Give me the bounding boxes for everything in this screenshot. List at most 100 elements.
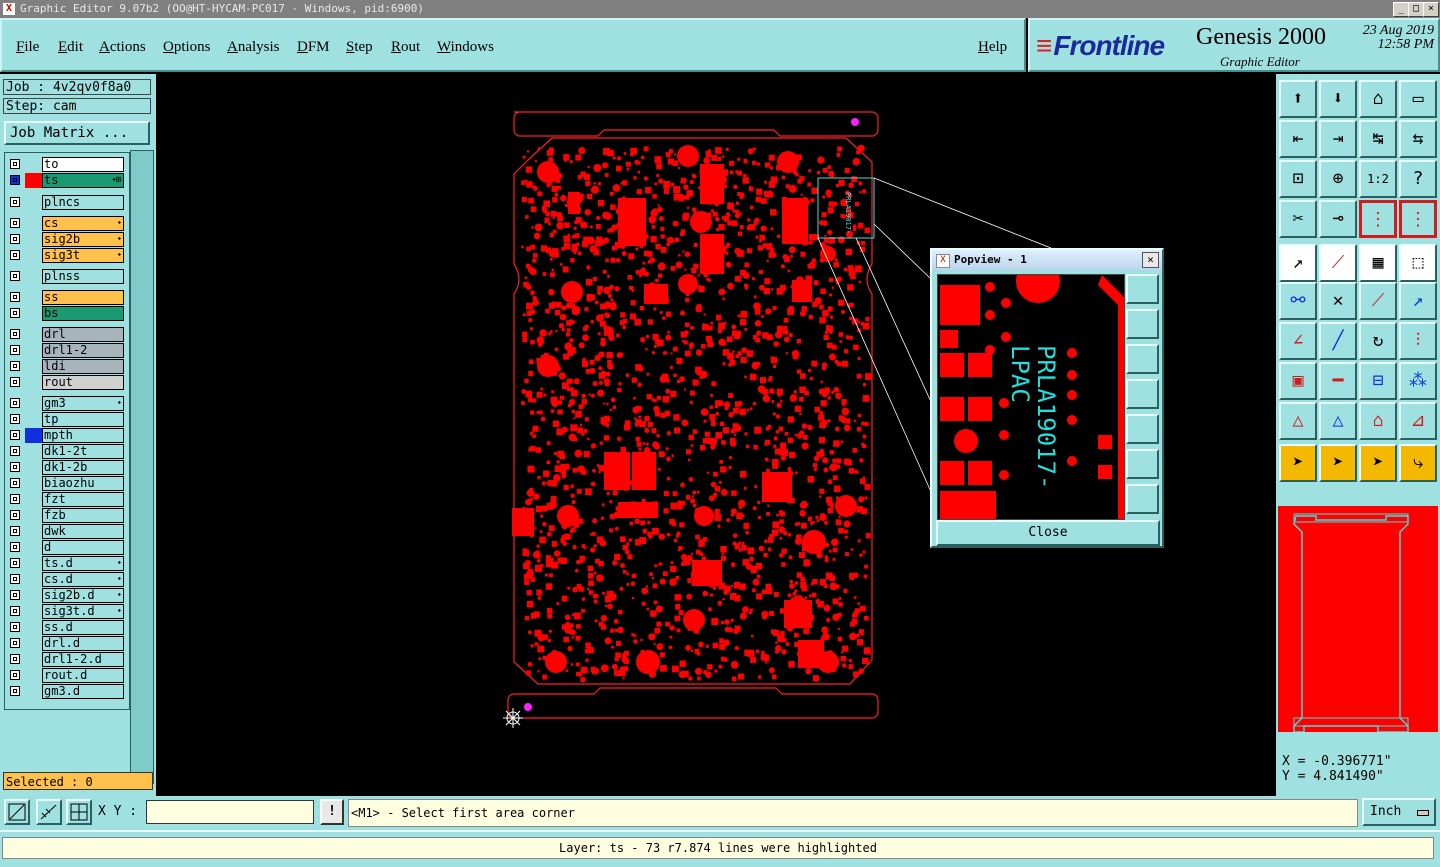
layer-checkbox[interactable] (10, 670, 20, 680)
layer-name[interactable]: ts.d ⬩ (42, 556, 124, 571)
layer-row-mpth[interactable]: mpth (5, 428, 129, 443)
menu-rout[interactable]: Rout (391, 39, 420, 56)
layer-row-gm3-d[interactable]: gm3.d (5, 684, 129, 699)
layer-row-dwk[interactable]: dwk (5, 524, 129, 539)
layer-row-cs-d[interactable]: cs.d ⬩ (5, 572, 129, 587)
fit-icon[interactable]: ⊡ (1279, 160, 1317, 198)
menu-help[interactable]: Help (978, 39, 1007, 56)
help-icon[interactable]: ? (1399, 160, 1437, 198)
layer-color-swatch[interactable] (25, 636, 42, 651)
layer-list-scrollbar[interactable] (130, 150, 154, 784)
one-to-one-icon[interactable]: 1:2 (1359, 160, 1397, 198)
triangle-cross-icon[interactable]: ⊿ (1399, 402, 1437, 440)
layer-color-swatch[interactable] (25, 290, 42, 305)
step-up-icon[interactable]: ⬆ (1279, 80, 1317, 118)
layer-row-drl1-2-d[interactable]: drl1-2.d (5, 652, 129, 667)
layer-name[interactable]: ts ⬩⊞ (42, 173, 124, 188)
layer-row-sig3t-d[interactable]: sig3t.d ⬩ (5, 604, 129, 619)
home-icon[interactable]: ⌂ (1359, 80, 1397, 118)
popview-pan-left-button[interactable] (1126, 379, 1159, 409)
layer-name[interactable]: gm3.d (42, 684, 124, 699)
layer-checkbox[interactable] (10, 271, 20, 281)
layer-checkbox[interactable] (10, 478, 20, 488)
layer-checkbox[interactable] (10, 250, 20, 260)
layer-row-drl1-2[interactable]: drl1-2 (5, 343, 129, 358)
menu-dfm[interactable]: DFM (297, 39, 330, 56)
layer-color-swatch[interactable] (25, 652, 42, 667)
layer-color-swatch[interactable] (25, 524, 42, 539)
layer-checkbox[interactable] (10, 654, 20, 664)
layer-color-swatch[interactable] (25, 604, 42, 619)
layer-color-swatch[interactable] (25, 572, 42, 587)
layer-color-swatch[interactable] (25, 306, 42, 321)
zoom-forward-icon[interactable]: ⇥ (1319, 120, 1357, 158)
menu-file[interactable]: File (16, 39, 39, 56)
grid-icon[interactable] (66, 799, 92, 825)
layer-checkbox[interactable] (10, 218, 20, 228)
layer-color-swatch[interactable] (25, 668, 42, 683)
layer-row-ts[interactable]: ts ⬩⊞ (5, 173, 129, 188)
layer-name[interactable]: cs ⬩ (42, 216, 124, 231)
layer-name[interactable]: drl1-2.d (42, 652, 124, 667)
layer-checkbox[interactable] (10, 622, 20, 632)
pad-icon[interactable]: ▣ (1279, 362, 1317, 400)
net-red-icon[interactable]: ⋮ (1359, 200, 1397, 238)
layer-checkbox[interactable] (10, 414, 20, 424)
layer-row-dk1-2b[interactable]: dk1-2b (5, 460, 129, 475)
dots-icon[interactable]: ⬚ (1399, 244, 1437, 282)
rotate-icon[interactable]: ↻ (1359, 322, 1397, 360)
layer-checkbox[interactable] (10, 494, 20, 504)
layer-checkbox[interactable] (10, 361, 20, 371)
arrow-red-icon[interactable]: ↗ (1399, 282, 1437, 320)
layer-color-swatch[interactable] (25, 396, 42, 411)
job-matrix-button[interactable]: Job Matrix ... (4, 121, 150, 145)
layer-checkbox[interactable] (10, 590, 20, 600)
layer-color-swatch[interactable] (25, 195, 42, 210)
layer-name[interactable]: d (42, 540, 124, 555)
layer-name[interactable]: fzt (42, 492, 124, 507)
cross-icon[interactable]: ✕ (1319, 282, 1357, 320)
popview-close-button[interactable]: Close (936, 520, 1160, 546)
center-icon[interactable]: ⊕ (1319, 160, 1357, 198)
layer-color-swatch[interactable] (25, 492, 42, 507)
layer-checkbox[interactable] (10, 430, 20, 440)
menu-actions[interactable]: Actions (99, 39, 146, 56)
layer-checkbox[interactable] (10, 686, 20, 696)
popview-pan-up-button[interactable] (1126, 309, 1159, 339)
layer-row-biaozhu[interactable]: biaozhu (5, 476, 129, 491)
line-red-icon[interactable]: ⟋ (1359, 282, 1397, 320)
layer-color-swatch[interactable] (25, 540, 42, 555)
layer-checkbox[interactable] (10, 398, 20, 408)
probe-icon[interactable]: ⊸ (1319, 200, 1357, 238)
layer-row-dk1-2t[interactable]: dk1-2t (5, 444, 129, 459)
zoom-area-icon[interactable] (4, 799, 30, 825)
layer-row-fzb[interactable]: fzb (5, 508, 129, 523)
layer-name[interactable]: ss (42, 290, 124, 305)
exclamation-button[interactable]: ! (320, 799, 344, 825)
layer-color-swatch[interactable] (25, 157, 42, 172)
layer-checkbox[interactable] (10, 638, 20, 648)
angle-icon[interactable]: ⟋ (1319, 244, 1357, 282)
layer-name[interactable]: plncs (42, 195, 124, 210)
layer-name[interactable]: biaozhu (42, 476, 124, 491)
layer-name[interactable]: ldi (42, 359, 124, 374)
layer-checkbox[interactable] (10, 606, 20, 616)
layer-checkbox[interactable] (10, 308, 20, 318)
layer-color-swatch[interactable] (25, 556, 42, 571)
cluster-icon[interactable]: ⁂ (1399, 362, 1437, 400)
layer-color-swatch[interactable] (25, 343, 42, 358)
layer-row-rout-d[interactable]: rout.d (5, 668, 129, 683)
layer-checkbox[interactable] (10, 197, 20, 207)
step-down-icon[interactable]: ⬇ (1319, 80, 1357, 118)
layer-color-swatch[interactable] (25, 232, 42, 247)
layer-checkbox[interactable] (10, 526, 20, 536)
panel-icon[interactable]: ▭ (1399, 80, 1437, 118)
layer-checkbox[interactable] (10, 292, 20, 302)
pointer-box-icon[interactable]: ➤ (1319, 444, 1357, 482)
layer-color-swatch[interactable] (25, 248, 42, 263)
layer-color-swatch[interactable] (25, 508, 42, 523)
popview-close-icon[interactable]: × (1142, 252, 1159, 268)
layer-row-tp[interactable]: tp (5, 412, 129, 427)
layer-checkbox[interactable] (10, 175, 20, 185)
layer-row-gm3[interactable]: gm3 ⬩ (5, 396, 129, 411)
